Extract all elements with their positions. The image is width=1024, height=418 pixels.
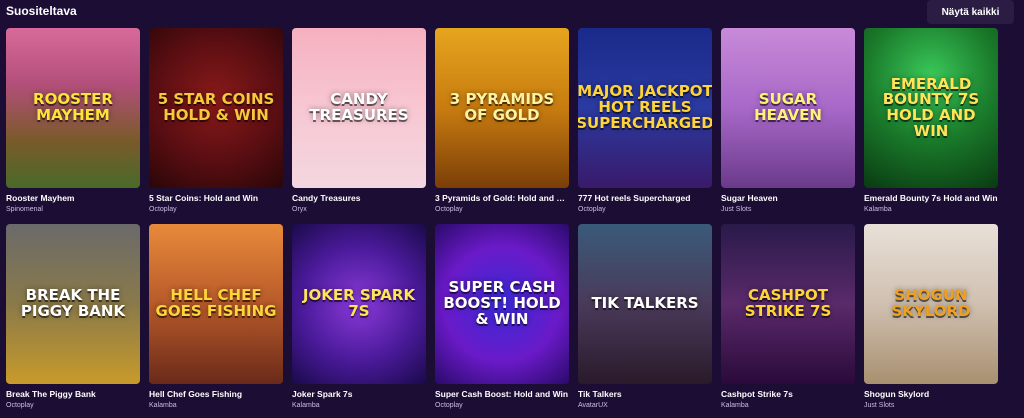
game-title[interactable]: 777 Hot reels Supercharged xyxy=(578,193,712,203)
section-header: Suositeltava Näytä kaikki xyxy=(0,0,1024,26)
game-provider: Octoplay xyxy=(435,402,463,409)
game-thumbnail[interactable]: Shogun Skylord xyxy=(864,224,998,384)
game-card[interactable]: Cashpot Strike 7s Cashpot Strike 7s Kalamb… xyxy=(721,224,855,414)
game-logo-art: Major Jackpot Hot Reels Supercharged xyxy=(578,82,712,132)
section-title: Suositeltava xyxy=(6,4,77,18)
game-card[interactable]: Candy Treasures Candy Treasures Oryx xyxy=(292,28,426,224)
game-card[interactable]: Shogun Skylord Shogun Skylord Just Slots xyxy=(864,224,998,414)
game-card[interactable]: 3 Pyramids of Gold 3 Pyramids of Gold: Ho… xyxy=(435,28,569,224)
game-card[interactable]: Tik Talkers Tik Talkers AvatarUX xyxy=(578,224,712,414)
game-title[interactable]: Sugar Heaven xyxy=(721,193,855,203)
game-title[interactable]: Break The Piggy Bank xyxy=(6,389,140,399)
game-provider: Kalamba xyxy=(149,402,177,409)
game-logo-art: Cashpot Strike 7s xyxy=(744,286,832,320)
game-thumbnail[interactable]: Tik Talkers xyxy=(578,224,712,384)
game-logo-art: Super Cash Boost! Hold & Win xyxy=(443,278,561,328)
game-provider: Octoplay xyxy=(6,402,34,409)
game-provider: Spinomenal xyxy=(6,206,43,213)
game-card[interactable]: Emerald Bounty 7s Hold and Win Emerald Bo… xyxy=(864,28,998,224)
game-title[interactable]: Joker Spark 7s xyxy=(292,389,426,399)
show-all-button[interactable]: Näytä kaikki xyxy=(927,0,1014,24)
game-provider: Kalamba xyxy=(721,402,749,409)
game-card[interactable]: Rooster Mayhem Rooster Mayhem Spinomenal xyxy=(6,28,140,224)
game-thumbnail[interactable]: Joker Spark 7s xyxy=(292,224,426,384)
game-logo-art: Sugar Heaven xyxy=(754,90,822,124)
game-title[interactable]: Tik Talkers xyxy=(578,389,712,399)
game-logo-art: 5 Star Coins Hold & Win xyxy=(157,90,275,124)
game-logo-art: Hell Chef Goes Fishing xyxy=(155,286,277,320)
game-title[interactable]: Super Cash Boost: Hold and Win xyxy=(435,389,569,399)
game-thumbnail[interactable]: Major Jackpot Hot Reels Supercharged xyxy=(578,28,712,188)
game-card[interactable]: Joker Spark 7s Joker Spark 7s Kalamba xyxy=(292,224,426,414)
game-provider: Just Slots xyxy=(864,402,895,409)
game-thumbnail[interactable]: Super Cash Boost! Hold & Win xyxy=(435,224,569,384)
game-provider: Oryx xyxy=(292,206,307,213)
game-thumbnail[interactable]: 5 Star Coins Hold & Win xyxy=(149,28,283,188)
game-thumbnail[interactable]: Cashpot Strike 7s xyxy=(721,224,855,384)
game-title[interactable]: Rooster Mayhem xyxy=(6,193,140,203)
game-thumbnail[interactable]: Break the Piggy Bank xyxy=(6,224,140,384)
game-provider: Just Slots xyxy=(721,206,752,213)
game-title[interactable]: Emerald Bounty 7s Hold and Win xyxy=(864,193,998,203)
game-provider: Octoplay xyxy=(578,206,606,213)
game-logo-art: 3 Pyramids of Gold xyxy=(449,90,555,124)
game-title[interactable]: Hell Chef Goes Fishing xyxy=(149,389,283,399)
game-card[interactable]: 5 Star Coins Hold & Win 5 Star Coins: Hol… xyxy=(149,28,283,224)
game-logo-art: Shogun Skylord xyxy=(891,286,971,320)
game-card[interactable]: Major Jackpot Hot Reels Supercharged 777 … xyxy=(578,28,712,224)
game-provider: Kalamba xyxy=(864,206,892,213)
game-logo-art: Candy Treasures xyxy=(309,90,409,124)
game-thumbnail[interactable]: 3 Pyramids of Gold xyxy=(435,28,569,188)
game-thumbnail[interactable]: Hell Chef Goes Fishing xyxy=(149,224,283,384)
game-title[interactable]: Shogun Skylord xyxy=(864,389,998,399)
game-title[interactable]: Candy Treasures xyxy=(292,193,426,203)
game-thumbnail[interactable]: Candy Treasures xyxy=(292,28,426,188)
game-card[interactable]: Hell Chef Goes Fishing Hell Chef Goes Fis… xyxy=(149,224,283,414)
game-provider: Octoplay xyxy=(435,206,463,213)
game-logo-art: Tik Talkers xyxy=(591,294,699,313)
game-provider: AvatarUX xyxy=(578,402,608,409)
game-thumbnail[interactable]: Rooster Mayhem xyxy=(6,28,140,188)
game-title[interactable]: 3 Pyramids of Gold: Hold and Win xyxy=(435,193,569,203)
game-logo-art: Emerald Bounty 7s Hold and Win xyxy=(882,74,980,140)
game-grid: Rooster Mayhem Rooster Mayhem Spinomenal 5 … xyxy=(6,28,998,414)
game-title[interactable]: 5 Star Coins: Hold and Win xyxy=(149,193,283,203)
game-thumbnail[interactable]: Sugar Heaven xyxy=(721,28,855,188)
game-card[interactable]: Break the Piggy Bank Break The Piggy Bank… xyxy=(6,224,140,414)
game-logo-art: Rooster Mayhem xyxy=(33,90,113,124)
game-provider: Octoplay xyxy=(149,206,177,213)
game-card[interactable]: Sugar Heaven Sugar Heaven Just Slots xyxy=(721,28,855,224)
game-logo-art: Break the Piggy Bank xyxy=(20,286,126,320)
game-logo-art: Joker Spark 7s xyxy=(302,286,416,320)
game-thumbnail[interactable]: Emerald Bounty 7s Hold and Win xyxy=(864,28,998,188)
game-card[interactable]: Super Cash Boost! Hold & Win Super Cash B… xyxy=(435,224,569,414)
game-title[interactable]: Cashpot Strike 7s xyxy=(721,389,855,399)
game-provider: Kalamba xyxy=(292,402,320,409)
